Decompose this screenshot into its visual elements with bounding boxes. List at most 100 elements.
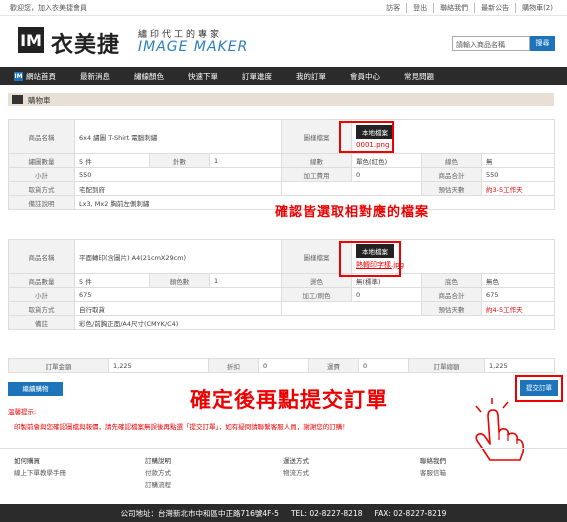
nav-item-faq[interactable]: 常見問題 (392, 71, 446, 82)
footer-heading[interactable]: 訂購說明 (145, 455, 171, 467)
product-name-label: 商品名稱 (8, 239, 75, 274)
top-link-news[interactable]: 最新公告 (474, 3, 515, 13)
days-label: 預估天數 (421, 181, 483, 196)
annotation-select-file: 確認皆選取相對應的檔案 (275, 205, 430, 220)
search-button[interactable]: 搜尋 (530, 36, 555, 51)
footer-col-shipping: 運送方式 物流方式 (283, 455, 309, 479)
thread-value: 無 (481, 153, 556, 168)
order-totals: 訂單金額 1,225 折扣 0 運費 0 訂單總額 1,225 (8, 358, 555, 373)
footer-link[interactable]: 物流方式 (283, 467, 309, 479)
footer-heading[interactable]: 如何購買 (14, 455, 66, 467)
days-label: 預估天數 (421, 301, 482, 316)
footer-link[interactable]: 訂購流程 (145, 479, 171, 491)
nav-item-news[interactable]: 最新消息 (68, 71, 122, 82)
order-item-2: 商品名稱 平面轉印(含圖片) A4(21cmX29cm) 圖樣檔案 本地檔案 熱… (8, 239, 556, 330)
product-name-label: 商品名稱 (8, 119, 75, 154)
logo-name[interactable]: 衣美捷 (51, 27, 120, 59)
top-link-visitor[interactable]: 訪客 (380, 3, 406, 13)
order-total-value: 1,225 (484, 358, 555, 373)
top-utility-bar: 歡迎您，加入衣美捷會員 訪客 登出 聯絡我們 最新公告 購物車(2) (0, 0, 567, 16)
product-name: 平面轉印(含圖片) A4(21cmX29cm) (74, 239, 282, 274)
order-amount-label: 訂單金額 (8, 358, 109, 373)
footer-contact-bar: 公司地址：台灣新北市中和區中正路716號4F-5 TEL: 02-8227-82… (0, 504, 567, 522)
order-amount-value: 1,225 (108, 358, 209, 373)
pickup-value: 宅配到府 (73, 181, 283, 196)
annotation-submit: 確定後再點提交訂單 (190, 388, 388, 412)
order-total-label: 訂單總額 (408, 358, 485, 373)
note-value: 彩色/前胸正面/A4尺寸(CMYK/C4) (73, 315, 556, 330)
file-highlight-box-1 (339, 121, 394, 153)
top-links: 訪客 登出 聯絡我們 最新公告 購物車(2) (380, 3, 559, 13)
footer-address: 公司地址：台灣新北市中和區中正路716號4F-5 (120, 508, 279, 518)
order-item-1: 商品名稱 6x4 繡圖 T-Shirt 電腦刺繡 圖樣檔案 本地檔案 0001.… (8, 119, 556, 210)
process-label: 加工費用 (281, 167, 353, 182)
subtotal-label: 小計 (8, 287, 75, 302)
days-value: 約3-5工作天 (481, 181, 556, 196)
thread-label: 線色 (421, 153, 483, 168)
nav-item-quick-order[interactable]: 快速下單 (176, 71, 230, 82)
welcome-text: 歡迎您，加入衣美捷會員 (10, 4, 87, 12)
subtotal-label: 小計 (8, 167, 75, 182)
nav-item-my-orders[interactable]: 我的訂單 (284, 71, 338, 82)
footer-link[interactable]: 線上下單教學手冊 (14, 467, 66, 479)
site-header: IM 衣美捷 繡印代工的專家 IMAGE MAKER 請輸入商品名稱 搜尋 (0, 17, 567, 65)
product-name: 6x4 繡圖 T-Shirt 電腦刺繡 (73, 119, 283, 154)
logo-mark[interactable]: IM (18, 27, 44, 53)
qty-label: 繡圖數量 (8, 153, 75, 168)
nav-item-order-progress[interactable]: 訂單進度 (230, 71, 284, 82)
top-link-cart[interactable]: 購物車(2) (515, 3, 559, 13)
nav-item-thread-colors[interactable]: 繡線顏色 (122, 71, 176, 82)
days-value: 約4-5工作天 (480, 301, 556, 316)
submit-order-button[interactable]: 提交訂單 (520, 380, 558, 396)
color-value: 單色(紅色) (351, 153, 423, 168)
footer-col-contact: 聯絡我們 客服信箱 (420, 455, 446, 479)
cart-icon (12, 95, 23, 104)
top-link-contact[interactable]: 聯絡我們 (433, 3, 474, 13)
process-value: 0 (351, 167, 423, 182)
note-label: 備註 (8, 315, 75, 330)
itemtotal-value: 675 (480, 287, 556, 302)
stitch-label: 顏色數 (149, 273, 210, 288)
qty-value: 5 件 (74, 273, 150, 288)
home-icon: IM (14, 71, 23, 81)
process-label: 加工/刷色 (281, 287, 352, 302)
search-input[interactable]: 請輸入商品名稱 (452, 36, 530, 51)
footer-link[interactable]: 客服信箱 (420, 467, 446, 479)
cart-title: 購物車 (28, 96, 51, 105)
discount-value: 0 (258, 358, 309, 373)
shipping-value: 0 (358, 358, 409, 373)
stitch-label: 針數 (149, 153, 210, 168)
nav-item-member-center[interactable]: 會員中心 (338, 71, 392, 82)
nav-item-home[interactable]: IM 網站首頁 (0, 71, 68, 82)
stitch-value: 1 (208, 153, 283, 168)
stitch-value: 1 (209, 273, 282, 288)
pickup-label: 取貨方式 (8, 181, 75, 196)
itemtotal-label: 商品合計 (421, 167, 483, 182)
cart-title-bar: 購物車 (8, 93, 554, 106)
footer-fax: FAX: 02-8227-8219 (374, 508, 447, 518)
footer-tel: TEL: 02-8227-8218 (290, 508, 363, 518)
pickup-value: 自行取貨 (74, 301, 282, 316)
pickup-label: 取貨方式 (8, 301, 75, 316)
continue-shopping-button[interactable]: 繼續購物 (8, 382, 63, 396)
top-link-logout[interactable]: 登出 (406, 3, 433, 13)
note-label: 備註說明 (8, 195, 75, 210)
thread-label: 底色 (421, 273, 482, 288)
qty-value: 5 件 (74, 153, 150, 168)
notice-text: 印製前會與您確認圖檔與報價，請先確認檔案無誤後再點選「提交訂單」，如有疑問請聯繫… (14, 423, 349, 431)
color-label: 線數 (281, 153, 353, 168)
process-value: 0 (351, 287, 422, 302)
thread-value: 無色 (480, 273, 556, 288)
shipping-label: 運費 (308, 358, 359, 373)
footer-heading[interactable]: 運送方式 (283, 455, 309, 467)
subtotal-value: 675 (74, 287, 282, 302)
itemtotal-value: 550 (481, 167, 556, 182)
footer-heading[interactable]: 聯絡我們 (420, 455, 446, 467)
discount-label: 折扣 (208, 358, 259, 373)
notice-title: 溫馨提示: (8, 408, 37, 416)
nav-item-label: 網站首頁 (26, 71, 56, 81)
itemtotal-label: 商品合計 (421, 287, 482, 302)
qty-label: 商品數量 (8, 273, 75, 288)
footer-links: 如何購買 線上下單教學手冊 訂購說明 付款方式 訂購流程 運送方式 物流方式 聯… (0, 448, 567, 503)
footer-link[interactable]: 付款方式 (145, 467, 171, 479)
